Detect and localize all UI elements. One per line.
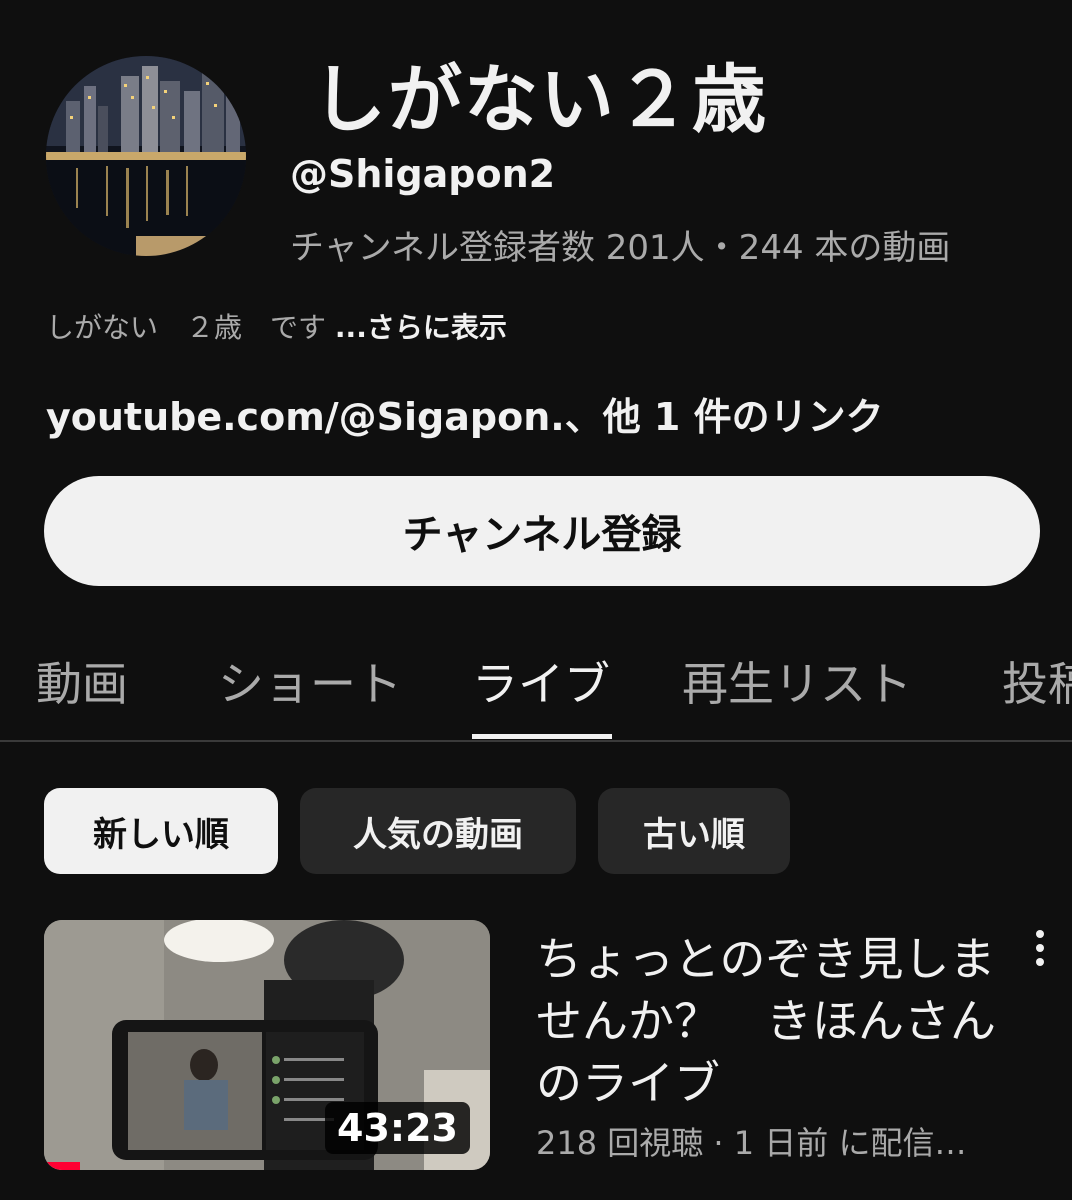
channel-name: しがない２歳 [312,57,768,143]
channel-stats: チャンネル登録者数 201人・244 本の動画 [290,228,951,268]
watch-progress-bar [44,1162,80,1170]
video-duration: 43:23 [325,1102,470,1154]
tab-videos[interactable]: 動画 [36,648,128,714]
channel-tabs: 動画 ショート ライブ 再生リスト 投稿 [0,620,1072,740]
tab-posts[interactable]: 投稿 [1002,648,1072,714]
channel-links[interactable]: youtube.com/@Sigapon.、他 1 件のリンク [46,386,884,441]
chip-oldest[interactable]: 古い順 [598,788,790,874]
more-vertical-icon[interactable] [1028,926,1052,970]
show-more-link[interactable]: ...さらに表示 [335,311,507,344]
tab-shorts[interactable]: ショート [218,648,402,714]
subscribe-button[interactable]: チャンネル登録 [44,476,1040,586]
tab-playlists[interactable]: 再生リスト [682,648,912,714]
channel-page: しがない２歳 @Shigapon2 チャンネル登録者数 201人・244 本の動… [0,0,1072,1200]
description-text: しがない ２歳 です [46,311,327,344]
video-meta: 218 回視聴 · 1 日前 に配信… [536,1124,967,1162]
video-thumbnail[interactable]: 43:23 [44,920,490,1170]
channel-handle: @Shigapon2 [290,152,556,196]
channel-avatar[interactable] [46,56,246,256]
chip-newest[interactable]: 新しい順 [44,788,278,874]
active-tab-indicator [472,734,612,739]
video-title[interactable]: ちょっとのぞき見しませんか？ きほんさんのライブ [536,928,1006,1114]
tabs-divider [0,740,1072,742]
chip-popular[interactable]: 人気の動画 [300,788,576,874]
tab-live[interactable]: ライブ [472,648,610,714]
channel-description[interactable]: しがない ２歳 です ...さらに表示 [46,306,507,346]
avatar-city-night-image [46,56,246,256]
